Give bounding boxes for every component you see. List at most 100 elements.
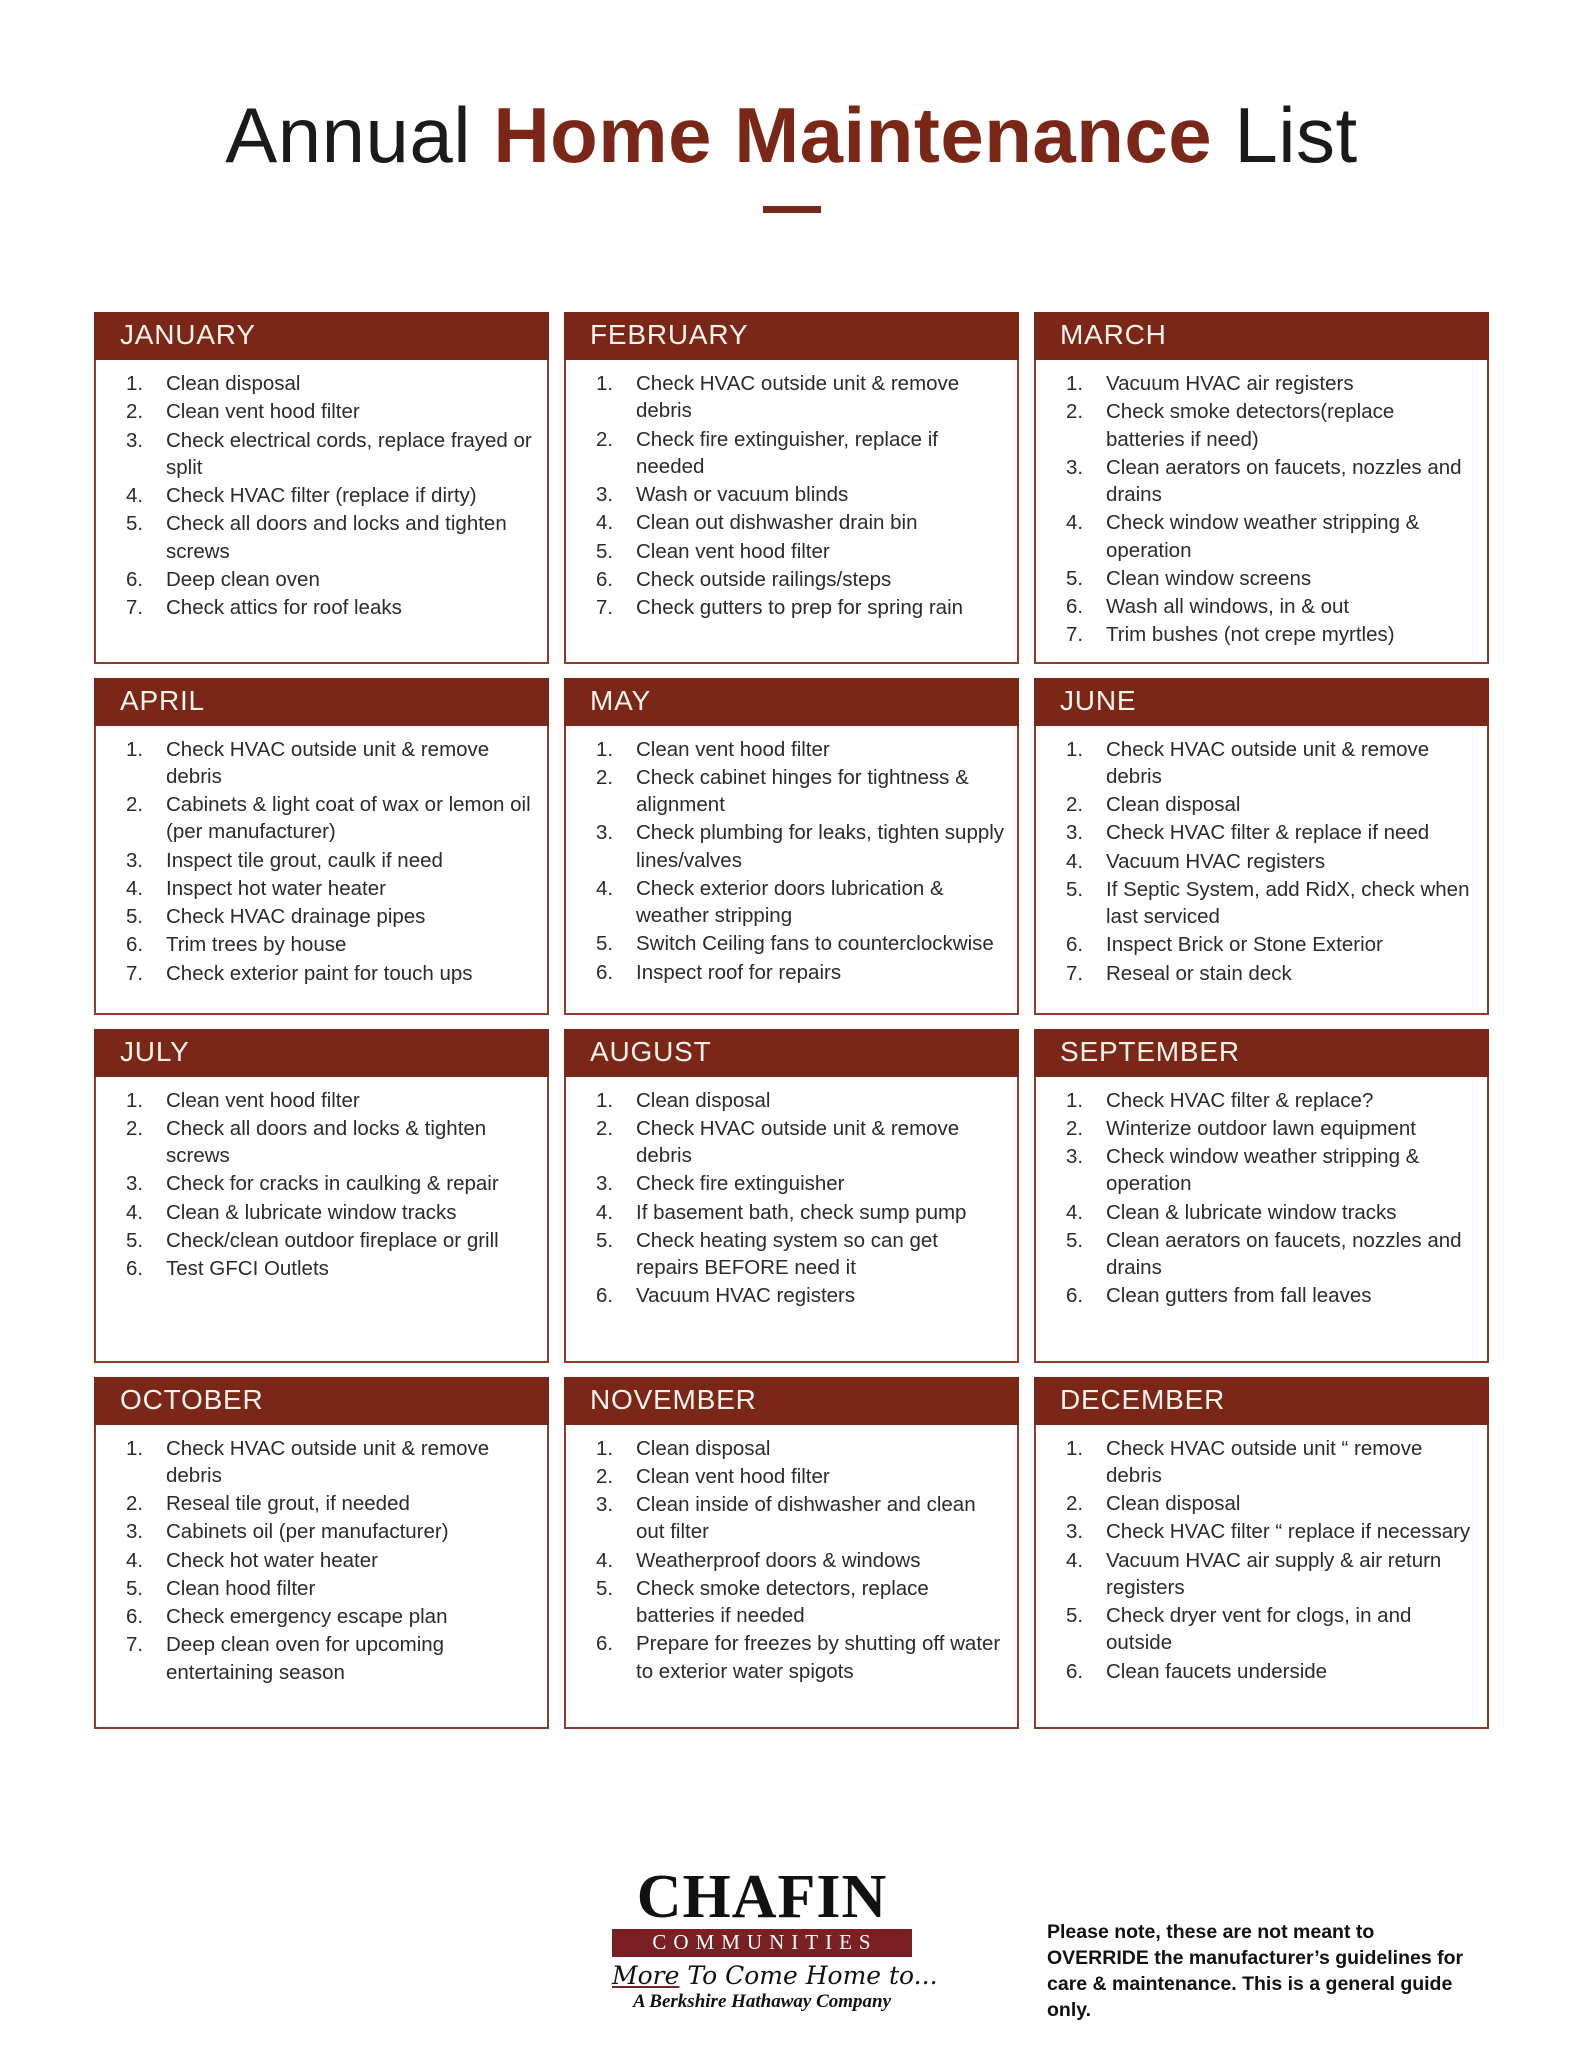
task-number: 4. bbox=[126, 1548, 144, 1572]
task-text: Winterize outdoor lawn equipment bbox=[1106, 1116, 1416, 1140]
task-number: 4. bbox=[1066, 1548, 1084, 1572]
task-item: 2. Clean disposal bbox=[1044, 1490, 1479, 1517]
task-number: 2. bbox=[126, 1116, 144, 1140]
task-number: 4. bbox=[1066, 849, 1084, 873]
task-text: Clean inside of dishwasher and clean out… bbox=[636, 1493, 976, 1544]
task-number: 1. bbox=[126, 372, 144, 395]
task-item: 5. Check dryer vent for clogs, in and out… bbox=[1044, 1602, 1479, 1657]
task-item: 3. Check window weather stripping & opera… bbox=[1044, 1143, 1479, 1198]
task-number: 5. bbox=[1066, 566, 1084, 590]
month-panel: APRIL 1. Check HVAC outside unit & remove … bbox=[94, 677, 549, 1015]
task-text: Clean vent hood filter bbox=[636, 539, 830, 563]
task-text: Check electrical cords, replace frayed o… bbox=[166, 428, 532, 479]
task-list: 1. Vacuum HVAC air registers 2. Check smoke… bbox=[1044, 370, 1479, 649]
logo-brand-text: CHAFIN bbox=[636, 1863, 888, 1931]
task-item: 3. Clean aerators on faucets, nozzles and… bbox=[1044, 454, 1479, 509]
task-number: 7. bbox=[1066, 623, 1084, 647]
task-text: Wash all windows, in & out bbox=[1106, 595, 1350, 618]
task-number: 5. bbox=[126, 905, 144, 928]
task-item: 2. Clean vent hood filter bbox=[104, 398, 539, 425]
task-item: 2. Cabinets & light coat of wax or lemon … bbox=[104, 791, 539, 846]
task-number: 1. bbox=[1066, 372, 1084, 395]
task-item: 5. Check/clean outdoor fireplace or grill bbox=[104, 1227, 539, 1254]
task-item: 7. Trim bushes (not crepe myrtles) bbox=[1044, 621, 1479, 648]
task-text: Check for cracks in caulking & repair bbox=[166, 1172, 499, 1196]
task-text: Check exterior paint for touch ups bbox=[166, 961, 473, 985]
task-number: 2. bbox=[596, 1116, 614, 1140]
task-list: 1. Clean vent hood filter 2. Check all door… bbox=[104, 1087, 539, 1283]
task-number: 1. bbox=[596, 372, 614, 395]
task-text: Reseal tile grout, if needed bbox=[166, 1492, 410, 1515]
month-panel-body: 1. Check HVAC outside unit “ remove debri… bbox=[1034, 1424, 1489, 1729]
task-number: 3. bbox=[126, 1520, 144, 1544]
task-item: 3. Check fire extinguisher bbox=[574, 1170, 1009, 1197]
task-list: 1. Check HVAC filter & replace? 2. Winteriz… bbox=[1044, 1087, 1479, 1310]
task-number: 5. bbox=[1066, 1228, 1084, 1252]
task-text: Clean disposal bbox=[1106, 1492, 1241, 1515]
task-list: 1. Check HVAC outside unit & remove debri… bbox=[1044, 736, 1479, 987]
task-item: 5. Check all doors and locks and tighten … bbox=[104, 510, 539, 565]
task-text: Check HVAC outside unit & remove debris bbox=[1106, 737, 1430, 788]
task-text: Clean window screens bbox=[1106, 566, 1312, 590]
task-text: Check HVAC outside unit “ remove debris bbox=[1106, 1436, 1423, 1487]
chafin-communities-logo: CHAFIN COMMUNITIES More To Come Home to.… bbox=[612, 1863, 938, 2011]
month-panel-body: 1. Clean disposal 2. Clean vent hood filter… bbox=[564, 1424, 1019, 1729]
task-text: Check heating system so can get repairs … bbox=[636, 1228, 938, 1279]
month-panel: DECEMBER 1. Check HVAC outside unit “ remo… bbox=[1034, 1376, 1489, 1729]
task-item: 3. Check for cracks in caulking & repair bbox=[104, 1170, 539, 1197]
task-number: 5. bbox=[596, 1576, 614, 1600]
task-number: 5. bbox=[1066, 1604, 1084, 1627]
task-text: Clean disposal bbox=[166, 372, 301, 395]
task-item: 2. Check all doors and locks & tighten sc… bbox=[104, 1115, 539, 1170]
task-text: Check window weather stripping & operati… bbox=[1106, 511, 1420, 562]
task-item: 3. Check HVAC filter & replace if need bbox=[1044, 819, 1479, 846]
task-item: 2. Check HVAC outside unit & remove debri… bbox=[574, 1115, 1009, 1170]
task-text: Check hot water heater bbox=[166, 1548, 378, 1572]
task-number: 5. bbox=[596, 1228, 614, 1252]
month-panel: JUNE 1. Check HVAC outside unit & remove d… bbox=[1034, 677, 1489, 1015]
task-item: 5. Check HVAC drainage pipes bbox=[104, 903, 539, 930]
task-text: Deep clean oven bbox=[166, 567, 320, 591]
task-text: Inspect roof for repairs bbox=[636, 960, 842, 984]
task-list: 1. Check HVAC outside unit & remove debri… bbox=[574, 370, 1009, 621]
task-number: 1. bbox=[1066, 1088, 1084, 1112]
month-panel-title: FEBRUARY bbox=[564, 312, 1019, 360]
task-number: 4. bbox=[596, 1548, 614, 1572]
task-item: 2. Check smoke detectors(replace batterie… bbox=[1044, 398, 1479, 453]
task-number: 5. bbox=[126, 1576, 144, 1600]
task-text: Check cabinet hinges for tightness & ali… bbox=[636, 765, 969, 816]
task-text: Check all doors and locks & tighten scre… bbox=[166, 1116, 487, 1167]
task-text: Check HVAC filter & replace? bbox=[1106, 1088, 1374, 1112]
task-number: 4. bbox=[596, 1200, 614, 1224]
task-number: 2. bbox=[1066, 400, 1084, 424]
month-panel-title: NOVEMBER bbox=[564, 1376, 1019, 1425]
task-item: 2. Clean disposal bbox=[1044, 791, 1479, 818]
logo-tagline: More To Come Home to... bbox=[612, 1963, 938, 1988]
task-text: Check/clean outdoor fireplace or grill bbox=[166, 1228, 499, 1252]
task-text: Check fire extinguisher, replace if need… bbox=[636, 427, 938, 478]
task-number: 4. bbox=[1066, 1200, 1084, 1224]
task-number: 2. bbox=[596, 1464, 614, 1488]
task-number: 6. bbox=[596, 1632, 614, 1656]
page-title-accent: Home Maintenance bbox=[493, 91, 1213, 179]
task-item: 5. Clean vent hood filter bbox=[574, 538, 1009, 565]
month-panel-title: MAY bbox=[564, 677, 1019, 726]
task-number: 1. bbox=[596, 1436, 614, 1460]
task-text: Clean & lubricate window tracks bbox=[166, 1200, 457, 1224]
month-panel: NOVEMBER 1. Clean disposal 2. Clean vent hoo… bbox=[564, 1376, 1019, 1729]
month-panel-title: JULY bbox=[94, 1028, 549, 1077]
task-text: Inspect hot water heater bbox=[166, 876, 386, 900]
task-text: Check attics for roof leaks bbox=[166, 596, 402, 619]
task-item: 4. If basement bath, check sump pump bbox=[574, 1199, 1009, 1226]
task-text: Clean vent hood filter bbox=[166, 1088, 360, 1112]
task-number: 6. bbox=[126, 1605, 144, 1628]
task-number: 1. bbox=[1066, 1436, 1084, 1460]
task-number: 2. bbox=[126, 400, 144, 424]
task-text: Clean faucets underside bbox=[1106, 1659, 1328, 1683]
task-item: 5. Check smoke detectors, replace batteri… bbox=[574, 1575, 1009, 1630]
task-number: 4. bbox=[126, 484, 144, 507]
month-panel-body: 1. Clean vent hood filter 2. Check all door… bbox=[94, 1076, 549, 1363]
task-text: Check window weather stripping & operati… bbox=[1106, 1145, 1420, 1196]
month-panel-body: 1. Check HVAC outside unit & remove debri… bbox=[1034, 725, 1489, 1015]
task-text: Clean disposal bbox=[1106, 793, 1241, 816]
